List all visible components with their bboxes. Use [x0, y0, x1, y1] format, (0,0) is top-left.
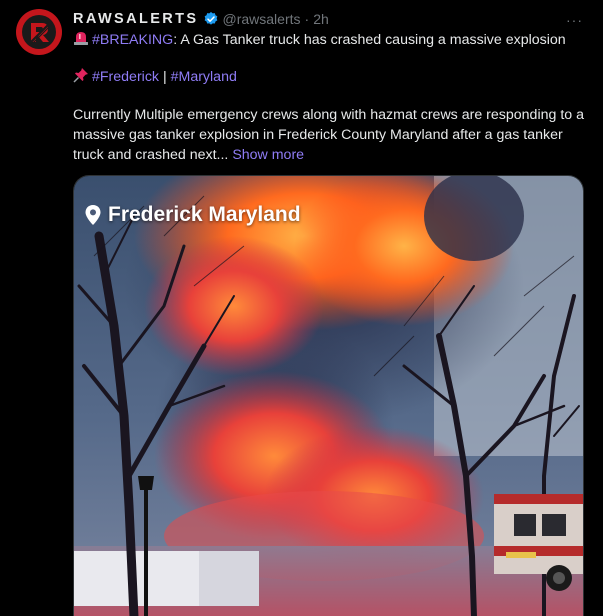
- tweet-line-breaking: #BREAKING: A Gas Tanker truck has crashe…: [73, 30, 587, 50]
- hashtag-frederick[interactable]: #Frederick: [92, 69, 159, 85]
- separator-dot: ·: [304, 11, 310, 27]
- hashtag-maryland[interactable]: #Maryland: [171, 69, 237, 85]
- timestamp[interactable]: 2h: [313, 11, 329, 27]
- hashtag-breaking[interactable]: #BREAKING: [92, 32, 173, 48]
- pushpin-icon: [73, 67, 89, 83]
- map-pin-icon: [84, 204, 102, 226]
- tweet-body-text: Currently Multiple emergency crews along…: [73, 107, 584, 163]
- avatar[interactable]: [16, 9, 62, 55]
- verified-badge-icon: [203, 11, 219, 27]
- more-options-icon[interactable]: ···: [566, 12, 583, 28]
- tweet-line-tags: #Frederick | #Maryland: [73, 67, 587, 87]
- tweet[interactable]: RAWSALERTS @rawsalerts · 2h ··· #BREAKIN…: [0, 0, 603, 616]
- explosion-photo: [74, 176, 583, 616]
- show-more-link[interactable]: Show more: [232, 147, 304, 163]
- handle[interactable]: @rawsalerts: [223, 11, 301, 27]
- tweet-headline: : A Gas Tanker truck has crashed causing…: [173, 32, 566, 48]
- location-tag: Frederick Maryland: [84, 203, 301, 227]
- display-name[interactable]: RAWSALERTS: [73, 11, 199, 27]
- rawsalerts-logo-icon: [22, 15, 56, 49]
- tweet-header: RAWSALERTS @rawsalerts · 2h ···: [73, 10, 587, 28]
- location-label: Frederick Maryland: [108, 203, 301, 226]
- tweet-media[interactable]: Frederick Maryland: [73, 175, 584, 616]
- tweet-body: Currently Multiple emergency crews along…: [73, 105, 588, 165]
- rotating-light-icon: [73, 30, 89, 46]
- hashtag-separator: |: [159, 69, 171, 85]
